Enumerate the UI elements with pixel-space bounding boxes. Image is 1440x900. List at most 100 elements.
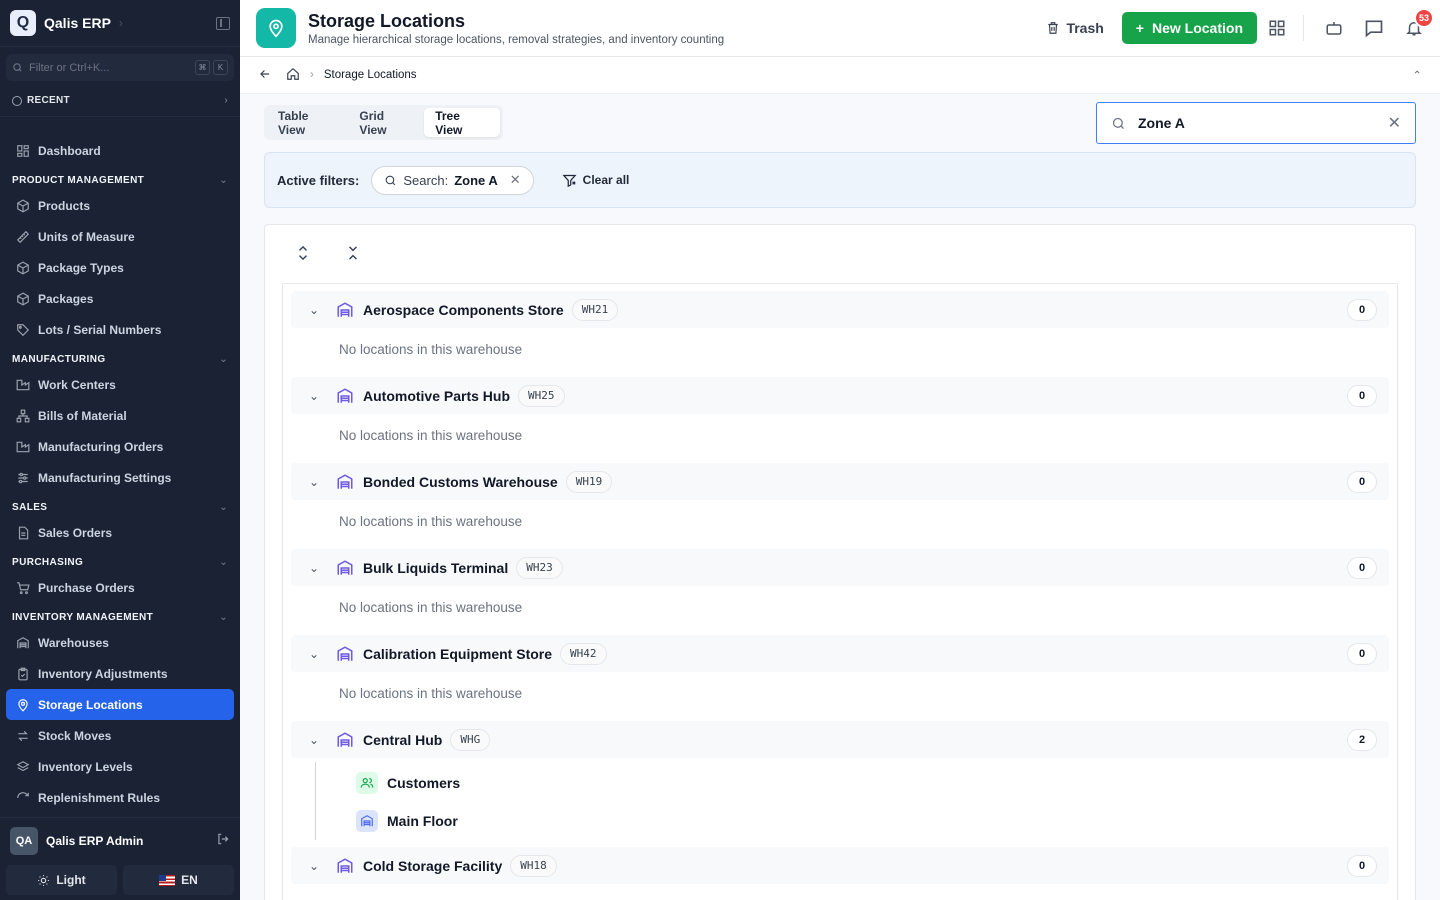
- sidebar-item-manufacturing-settings[interactable]: Manufacturing Settings: [0, 462, 240, 493]
- warehouse-row[interactable]: ⌄ Calibration Equipment Store WH42 0: [291, 635, 1389, 672]
- sidebar-item-stock-moves[interactable]: Stock Moves: [0, 720, 240, 751]
- search-icon: [386, 175, 396, 185]
- location-node[interactable]: Main Floor: [316, 802, 1389, 840]
- search-input[interactable]: [1138, 115, 1388, 131]
- warehouse-row[interactable]: ⌄ Bulk Liquids Terminal WH23 0: [291, 549, 1389, 586]
- section-product-management[interactable]: PRODUCT MANAGEMENT ⌄: [0, 170, 240, 190]
- warehouse-icon: [335, 644, 355, 664]
- warehouse-code-badge: WH21: [571, 298, 619, 321]
- sidebar-item-label: Inventory Levels: [38, 759, 133, 774]
- home-icon[interactable]: [286, 67, 300, 84]
- clear-all-filters-button[interactable]: Clear all: [562, 173, 629, 188]
- location-children: Customers Main Floor: [315, 762, 1389, 840]
- tab-grid-view[interactable]: Grid View: [348, 108, 424, 137]
- sidebar-search[interactable]: Filter or Ctrl+K... ⌘ K: [6, 54, 234, 81]
- back-arrow-icon[interactable]: [258, 67, 272, 84]
- chevron-down-icon[interactable]: ⌄: [309, 303, 323, 317]
- sidebar-item-storage-locations[interactable]: Storage Locations: [6, 689, 234, 720]
- app-name[interactable]: Qalis ERP: [44, 15, 111, 31]
- filter-chip-search[interactable]: Search: Zone A ✕: [371, 165, 534, 195]
- sidebar-item-sales-orders[interactable]: Sales Orders: [0, 517, 240, 548]
- section-inventory-management[interactable]: INVENTORY MANAGEMENT ⌄: [0, 607, 240, 627]
- new-location-button[interactable]: + New Location: [1121, 12, 1257, 44]
- warehouse-row[interactable]: ⌄ Bonded Customs Warehouse WH19 0: [291, 463, 1389, 500]
- sidebar-item-replenishment-rules[interactable]: Replenishment Rules: [0, 782, 240, 813]
- section-manufacturing[interactable]: MANUFACTURING ⌄: [0, 349, 240, 369]
- tab-table-view[interactable]: Table View: [267, 108, 348, 137]
- warehouse-name: Automotive Parts Hub: [363, 387, 511, 404]
- language-button[interactable]: EN: [123, 865, 234, 895]
- search-field[interactable]: ✕: [1096, 102, 1416, 144]
- warehouse-row[interactable]: ⌄ Central Hub WHG 2: [291, 721, 1389, 758]
- chevron-down-icon[interactable]: ⌄: [309, 647, 323, 661]
- warehouse-icon: [335, 856, 355, 876]
- warehouse-tree: ⌄ Aerospace Components Store WH21 0 No l…: [282, 283, 1398, 900]
- chat-icon[interactable]: [1364, 18, 1384, 38]
- collapse-all-icon[interactable]: [347, 245, 359, 263]
- bell-icon[interactable]: 53: [1404, 8, 1434, 38]
- breadcrumb-current: Storage Locations: [323, 69, 417, 81]
- warehouse-icon: [335, 730, 355, 750]
- sidebar-item-lots-serial-numbers[interactable]: Lots / Serial Numbers: [0, 314, 240, 345]
- sidebar-item-units-of-measure[interactable]: Units of Measure: [0, 221, 240, 252]
- trash-button[interactable]: Trash: [1046, 20, 1104, 36]
- warehouse-code-badge: WH18: [510, 854, 557, 877]
- warehouse-row[interactable]: ⌄ Automotive Parts Hub WH25 0: [291, 377, 1389, 414]
- sidebar-item-label: Manufacturing Orders: [38, 439, 164, 454]
- warehouse-row[interactable]: ⌄ Aerospace Components Store WH21 0: [291, 291, 1389, 328]
- sidebar-item-packages[interactable]: Packages: [0, 283, 240, 314]
- chevron-right-icon[interactable]: ›: [119, 16, 123, 30]
- sidebar-item-inventory-levels[interactable]: Inventory Levels: [0, 751, 240, 782]
- clear-search-icon[interactable]: ✕: [1388, 113, 1401, 133]
- location-name: Customers: [387, 775, 461, 791]
- chevron-down-icon[interactable]: ⌄: [309, 733, 323, 747]
- section-title: INVENTORY MANAGEMENT: [12, 611, 154, 623]
- tab-tree-view[interactable]: Tree View: [424, 108, 500, 137]
- trash-icon: [1048, 22, 1059, 34]
- sidebar-item-inventory-adjustments[interactable]: Inventory Adjustments: [0, 658, 240, 689]
- section-title: PRODUCT MANAGEMENT: [12, 174, 145, 186]
- location-node[interactable]: Customers: [316, 764, 1389, 802]
- warehouse-row[interactable]: ⌄ Cold Storage Facility WH18 0: [291, 847, 1389, 884]
- clock-icon: [12, 95, 22, 106]
- chevron-down-icon[interactable]: ⌄: [309, 561, 323, 575]
- apps-grid-icon[interactable]: [1267, 18, 1287, 38]
- chevron-right-icon: ›: [224, 95, 228, 106]
- kbd-k: K: [213, 60, 228, 75]
- theme-toggle-button[interactable]: Light: [6, 865, 117, 895]
- expand-all-icon[interactable]: [297, 245, 309, 263]
- app-logo[interactable]: Q: [10, 10, 36, 36]
- tree-panel: ⌄ Aerospace Components Store WH21 0 No l…: [264, 224, 1416, 900]
- remove-filter-icon[interactable]: ✕: [510, 172, 521, 188]
- sidebar-item-purchase-orders[interactable]: Purchase Orders: [0, 572, 240, 603]
- sidebar-item-products[interactable]: Products: [0, 190, 240, 221]
- sidebar-nav[interactable]: Dashboard PRODUCT MANAGEMENT ⌄ Products U…: [0, 135, 240, 817]
- search-icon: [13, 63, 22, 72]
- sun-icon: [38, 874, 50, 886]
- logout-icon[interactable]: [216, 832, 230, 849]
- sidebar-item-bills-of-material[interactable]: Bills of Material: [0, 400, 240, 431]
- empty-warehouse-message: No locations in this warehouse: [339, 513, 523, 529]
- sidebar-item-dashboard[interactable]: Dashboard: [0, 135, 240, 166]
- chevron-down-icon[interactable]: ⌄: [309, 389, 323, 403]
- chevron-down-icon: ⌄: [219, 353, 228, 365]
- bot-icon[interactable]: [1324, 18, 1344, 38]
- warehouse-icon: [335, 386, 355, 406]
- location-count-badge: 0: [1347, 642, 1377, 665]
- sidebar-item-work-centers[interactable]: Work Centers: [0, 369, 240, 400]
- user-profile[interactable]: QA Qalis ERP Admin: [0, 817, 240, 863]
- sidebar-item-manufacturing-orders[interactable]: Manufacturing Orders: [0, 431, 240, 462]
- section-title: MANUFACTURING: [12, 353, 106, 365]
- filter-chip-key: Search:: [403, 172, 449, 188]
- recent-toggle[interactable]: RECENT ›: [0, 91, 240, 117]
- shortcut-hint: ⌘ K: [195, 60, 228, 75]
- chevron-up-icon[interactable]: ⌃: [1412, 68, 1422, 82]
- sidebar-collapse-icon[interactable]: [216, 16, 230, 30]
- section-sales[interactable]: SALES ⌄: [0, 497, 240, 517]
- chevron-down-icon[interactable]: ⌄: [309, 475, 323, 489]
- sidebar-item-package-types[interactable]: Package Types: [0, 252, 240, 283]
- sidebar-item-warehouses[interactable]: Warehouses: [0, 627, 240, 658]
- section-purchasing[interactable]: PURCHASING ⌄: [0, 552, 240, 572]
- chevron-down-icon[interactable]: ⌄: [309, 859, 323, 873]
- trash-label: Trash: [1066, 20, 1104, 36]
